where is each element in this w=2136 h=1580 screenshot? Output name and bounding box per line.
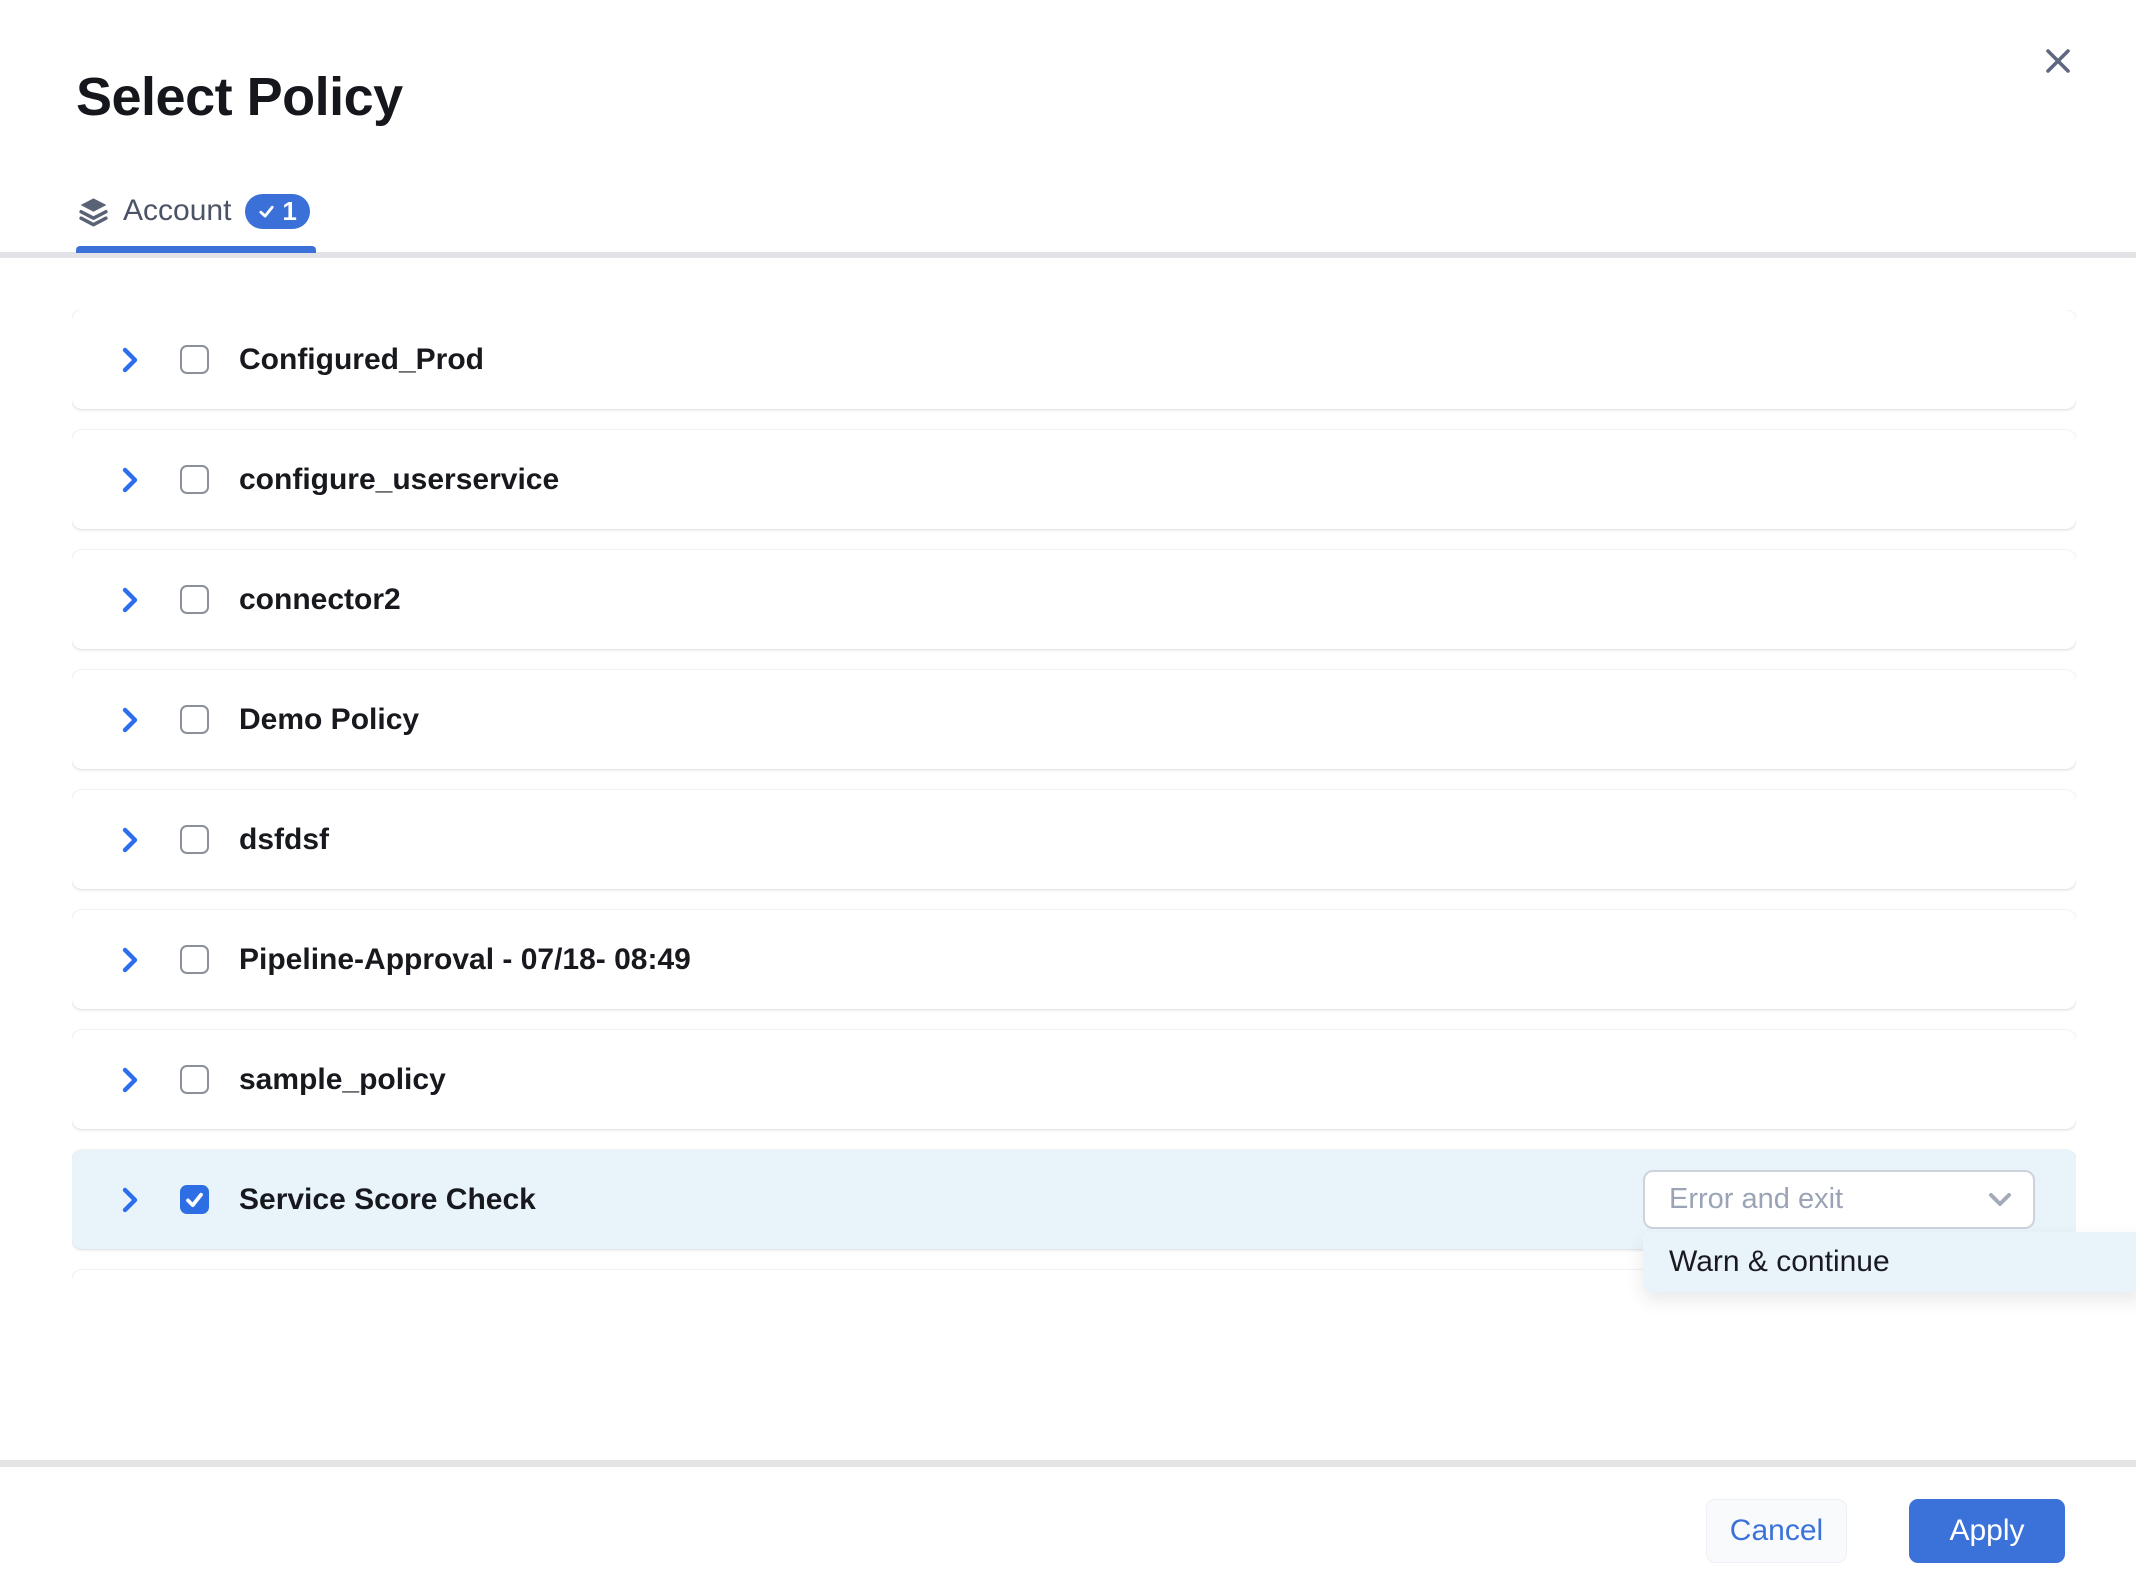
page-title: Select Policy <box>76 66 403 128</box>
chevron-down-icon <box>1987 1191 2013 1209</box>
policy-checkbox[interactable] <box>180 585 209 614</box>
policy-action-select-value: Error and exit <box>1669 1183 1843 1216</box>
cancel-button[interactable]: Cancel <box>1706 1499 1847 1563</box>
layers-icon <box>78 196 109 227</box>
policy-checkbox[interactable] <box>180 705 209 734</box>
close-button[interactable] <box>2034 38 2082 86</box>
policy-row[interactable]: connector2 <box>72 550 2076 649</box>
policy-checkbox[interactable] <box>180 345 209 374</box>
chevron-right-icon[interactable] <box>118 946 142 974</box>
policy-name: sample_policy <box>239 1063 446 1097</box>
active-tab-indicator <box>76 246 316 253</box>
action-dropdown-menu: Warn & continue <box>1643 1232 2136 1292</box>
check-icon <box>258 203 275 220</box>
tab-account[interactable]: Account 1 <box>78 190 310 232</box>
policy-row[interactable]: dsfdsf <box>72 790 2076 889</box>
footer-actions: Cancel Apply <box>1706 1499 2065 1563</box>
apply-button[interactable]: Apply <box>1909 1499 2065 1563</box>
policy-name: Configured_Prod <box>239 343 484 377</box>
policy-name: connector2 <box>239 583 401 617</box>
header-divider <box>0 252 2136 258</box>
chevron-right-icon[interactable] <box>118 826 142 854</box>
chevron-right-icon[interactable] <box>118 586 142 614</box>
footer-divider <box>0 1460 2136 1467</box>
policy-name: configure_userservice <box>239 463 559 497</box>
policy-action-select[interactable]: Error and exit <box>1643 1170 2035 1229</box>
policy-name: dsfdsf <box>239 823 329 857</box>
badge-count: 1 <box>282 198 296 224</box>
policy-row[interactable]: Configured_Prod <box>72 310 2076 409</box>
chevron-right-icon[interactable] <box>118 706 142 734</box>
policy-row[interactable]: sample_policy <box>72 1030 2076 1129</box>
policy-list: Configured_Prod configure_userservice <box>72 310 2076 1306</box>
policy-name: Service Score Check <box>239 1183 536 1217</box>
policy-row[interactable]: Demo Policy <box>72 670 2076 769</box>
policy-name: Demo Policy <box>239 703 419 737</box>
policy-row[interactable]: Pipeline-Approval - 07/18- 08:49 <box>72 910 2076 1009</box>
policy-name: Pipeline-Approval - 07/18- 08:49 <box>239 943 691 977</box>
dropdown-option-warn-continue[interactable]: Warn & continue <box>1643 1232 2136 1292</box>
tab-account-label: Account <box>123 194 231 228</box>
chevron-right-icon[interactable] <box>118 466 142 494</box>
close-icon <box>2040 43 2076 82</box>
policy-checkbox[interactable] <box>180 825 209 854</box>
policy-checkbox[interactable] <box>180 1185 209 1214</box>
chevron-right-icon[interactable] <box>118 1066 142 1094</box>
chevron-right-icon[interactable] <box>118 346 142 374</box>
policy-checkbox[interactable] <box>180 1065 209 1094</box>
selected-count-badge: 1 <box>245 194 309 229</box>
policy-checkbox[interactable] <box>180 465 209 494</box>
policy-row[interactable]: configure_userservice <box>72 430 2076 529</box>
policy-checkbox[interactable] <box>180 945 209 974</box>
chevron-right-icon[interactable] <box>118 1186 142 1214</box>
